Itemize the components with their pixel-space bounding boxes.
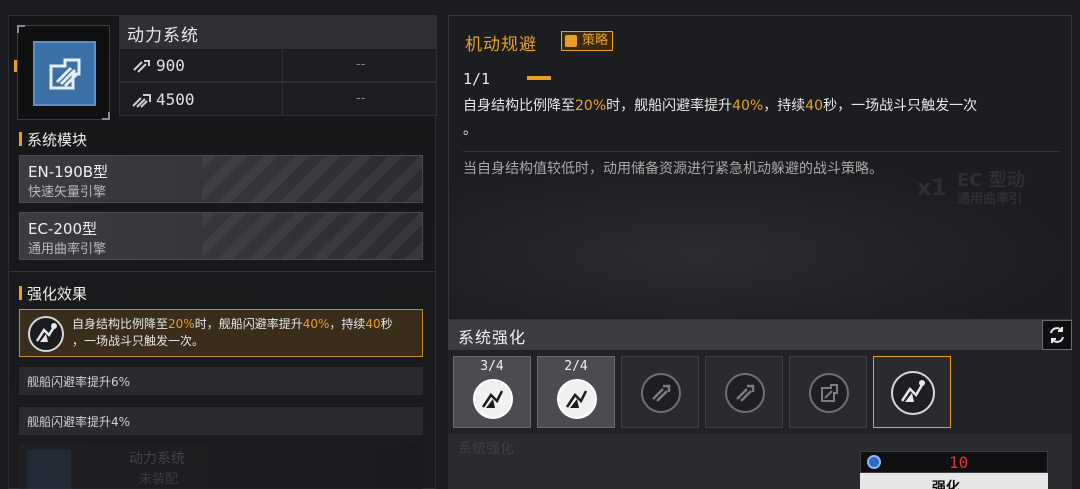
strategy-tag: 策略 — [561, 31, 614, 51]
module-card-name: EC-200型 — [28, 220, 97, 238]
trigger-bar — [527, 76, 551, 80]
ghost-text: x1 — [917, 176, 947, 201]
module-card-sub: 通用曲率引擎 — [28, 242, 107, 257]
stat-row-boost: 4500 -- — [119, 82, 437, 116]
enhance-action-area: 系统强化 10 强化 — [448, 434, 1072, 489]
module-card-en190b[interactable]: EN-190B型 快速矢量引擎 — [19, 155, 423, 203]
thrust-icon — [725, 373, 765, 413]
module-card-sub: 快速矢量引擎 — [28, 185, 107, 200]
evasion-skill-icon — [28, 316, 64, 352]
stat-alt: -- — [356, 57, 366, 72]
perk-text: 舰船闪避率提升4% — [27, 415, 131, 429]
slot-level: 3/4 — [480, 359, 504, 374]
system-modules-header: 系统模块 — [19, 129, 87, 150]
module-card-ec200[interactable]: EC-200型 通用曲率引擎 — [19, 212, 423, 260]
perk-row: 舰船闪避率提升6% — [19, 367, 423, 395]
skill-flavor-text: 当自身结构值较低时，动用储备资源进行紧急机动躲避的战斗策略。 — [463, 161, 883, 177]
enhance-slot-4[interactable] — [705, 356, 783, 428]
evasion-skill-icon — [891, 371, 935, 415]
selection-marker — [14, 60, 17, 72]
divider — [282, 83, 283, 115]
evasion-icon — [557, 379, 597, 419]
skill-description: 自身结构比例降至20%时，舰船闪避率提升40%，持续40秒，一场战斗只触发一次。 — [463, 98, 978, 138]
enhance-slot-2[interactable]: 2/4 — [537, 356, 615, 428]
system-enhance-header: 系统强化 — [448, 320, 1072, 350]
faded-module-item: 动力系统 未装配 — [19, 444, 423, 489]
card-stripes — [202, 213, 422, 259]
perk-row: 舰船闪避率提升4% — [19, 407, 423, 435]
system-enhance-title: 系统强化 — [458, 328, 527, 347]
enhance-effects-header: 强化效果 — [19, 283, 87, 304]
cost-value: 10 — [949, 453, 969, 472]
module-title-bar: 动力系统 — [119, 16, 437, 48]
perk-text: 舰船闪避率提升6% — [27, 375, 131, 389]
crystal-icon — [867, 455, 881, 469]
boost-icon — [809, 373, 849, 413]
enhance-slot-3[interactable] — [621, 356, 699, 428]
active-effect-card[interactable]: 自身结构比例降至20%时，舰船闪避率提升40%，持续40秒 ，一场战斗只触发一次。 — [19, 309, 423, 357]
module-card-name: EN-190B型 — [28, 163, 109, 181]
enhance-slot-5[interactable] — [789, 356, 867, 428]
frame-corner — [102, 112, 110, 120]
ghost-text: 通用曲率引 — [957, 192, 1023, 207]
module-thumb-icon — [27, 450, 71, 489]
boost-icon — [132, 94, 151, 108]
evasion-icon — [473, 379, 513, 419]
enhance-slot-6[interactable] — [873, 356, 951, 428]
stat-row-speed: 900 -- — [119, 48, 437, 82]
divider — [9, 271, 435, 272]
divider — [282, 49, 283, 81]
enhance-slot-1[interactable]: 3/4 — [453, 356, 531, 428]
skill-detail-panel: x1 EC 型动 通用曲率引 机动规避 策略 1/1 自身结构比例降至20%时，… — [448, 15, 1072, 320]
active-effect-text: 自身结构比例降至20%时，舰船闪避率提升40%，持续40秒 ，一场战斗只触发一次。 — [72, 317, 393, 348]
stat-value: 4500 — [156, 90, 195, 109]
refresh-button[interactable] — [1042, 320, 1072, 350]
stat-alt: -- — [356, 91, 366, 106]
speed-icon — [133, 60, 150, 73]
upgrade-cost: 10 — [860, 451, 1048, 473]
module-icon-frame[interactable] — [17, 25, 110, 120]
frame-corner — [17, 25, 25, 33]
skill-title: 机动规避 — [465, 35, 537, 55]
module-detail-panel: 动力系统 900 -- 4500 -- 系统模块 EN-190B型 快速矢量引擎… — [8, 15, 437, 489]
module-title: 动力系统 — [127, 26, 199, 46]
faded-label: 系统强化 — [458, 441, 514, 457]
card-stripes — [202, 156, 422, 202]
upgrade-button-label: 强化 — [932, 480, 960, 489]
thruster-module-icon — [33, 41, 96, 106]
stat-value: 900 — [156, 56, 185, 75]
faded-title: 动力系统 — [129, 451, 185, 467]
enhance-slots: 3/4 2/4 — [448, 350, 1072, 434]
thrust-icon — [641, 373, 681, 413]
strategy-icon — [565, 35, 577, 47]
trigger-counter: 1/1 — [463, 70, 491, 88]
divider — [463, 151, 1059, 152]
slot-level: 2/4 — [564, 359, 588, 374]
refresh-icon — [1050, 327, 1064, 343]
faded-sub: 未装配 — [139, 472, 179, 487]
upgrade-button[interactable]: 强化 — [860, 473, 1048, 489]
